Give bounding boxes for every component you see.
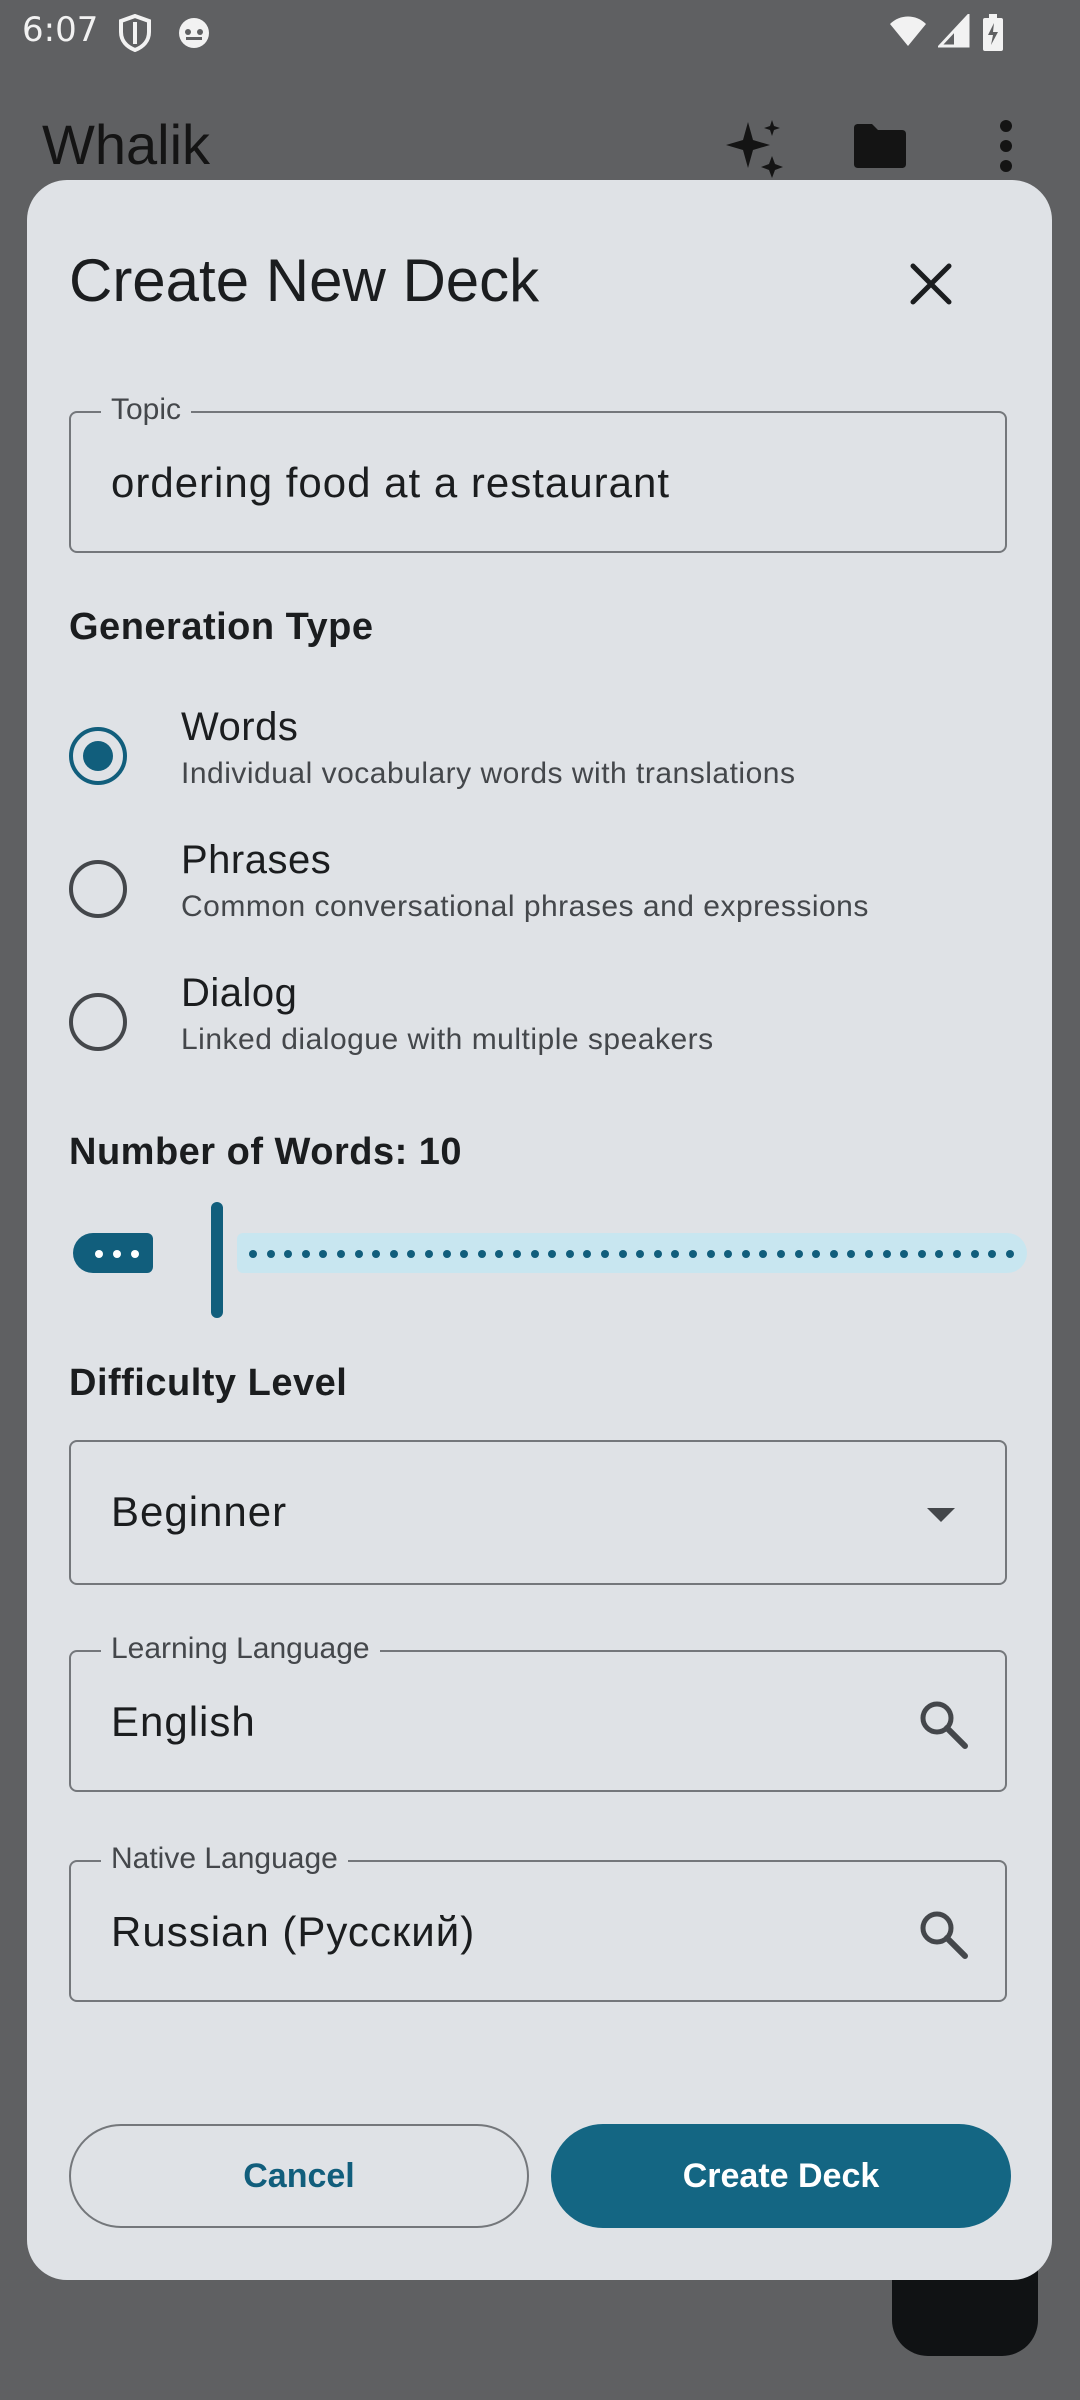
native-language-input[interactable]: Native Language Russian (Русский) — [69, 1842, 1007, 2002]
slider-tick — [759, 1250, 768, 1258]
slider-inactive-track[interactable] — [237, 1233, 1027, 1273]
slider-tick — [812, 1250, 821, 1258]
slider-tick — [113, 1250, 121, 1258]
slider-tick — [917, 1250, 926, 1258]
slider-tick — [988, 1250, 997, 1258]
slider-tick — [741, 1250, 750, 1258]
search-icon[interactable] — [917, 1698, 969, 1750]
slider-tick — [372, 1250, 381, 1258]
dropdown-arrow-icon[interactable] — [927, 1508, 955, 1522]
difficulty-value: Beginner — [111, 1488, 288, 1535]
slider-tick — [131, 1250, 139, 1258]
slider-tick — [425, 1250, 433, 1258]
slider-tick — [724, 1250, 733, 1258]
radio-option-dialog[interactable]: Dialog Linked dialogue with multiple spe… — [69, 971, 1009, 1091]
radio-button[interactable] — [69, 993, 127, 1051]
radio-button[interactable] — [69, 860, 127, 918]
option-subtitle: Individual vocabulary words with transla… — [181, 757, 796, 790]
option-subtitle: Common conversational phrases and expres… — [181, 890, 869, 923]
robot-face-icon — [179, 18, 209, 48]
option-subtitle: Linked dialogue with multiple speakers — [181, 1023, 714, 1056]
slider-tick — [565, 1250, 574, 1258]
slider-tick — [706, 1250, 715, 1258]
slider-tick — [95, 1250, 103, 1258]
slider-tick — [530, 1250, 539, 1258]
difficulty-heading: Difficulty Level — [69, 1362, 348, 1404]
slider-tick — [583, 1250, 592, 1258]
search-icon[interactable] — [917, 1908, 969, 1960]
create-deck-button[interactable]: Create Deck — [551, 2124, 1011, 2228]
cancel-button[interactable]: Cancel — [69, 2124, 529, 2228]
slider-tick — [900, 1250, 909, 1258]
slider-tick — [689, 1250, 697, 1258]
learning-language-value: English — [111, 1698, 256, 1745]
wifi-icon — [890, 16, 926, 46]
slider-tick — [953, 1250, 961, 1258]
slider-tick — [601, 1250, 609, 1258]
learning-language-label: Learning Language — [101, 1632, 380, 1666]
radio-option-words[interactable]: Words Individual vocabulary words with t… — [69, 705, 1009, 825]
slider-tick — [407, 1250, 416, 1258]
slider-tick — [882, 1250, 891, 1258]
slider-tick — [653, 1250, 662, 1258]
slider-tick — [794, 1250, 803, 1258]
slider-tick — [389, 1250, 398, 1258]
create-deck-dialog: Create New Deck Topic ordering food at a… — [27, 180, 1052, 2280]
slider-tick — [319, 1250, 328, 1258]
slider-tick — [284, 1250, 293, 1258]
status-bar: 6:07 — [0, 0, 1080, 62]
slider-tick — [865, 1250, 873, 1258]
sparkle-icon[interactable] — [722, 118, 786, 182]
slider-active-track[interactable] — [73, 1233, 153, 1273]
native-language-label: Native Language — [101, 1842, 348, 1876]
slider-tick — [266, 1250, 275, 1258]
battery-charging-icon — [983, 14, 1003, 51]
slider-tick — [636, 1250, 645, 1258]
dialog-title: Create New Deck — [69, 247, 540, 314]
signal-icon — [938, 14, 970, 48]
slider-tick — [477, 1250, 486, 1258]
learning-language-input[interactable]: Learning Language English — [69, 1632, 1007, 1792]
slider-tick — [829, 1250, 838, 1258]
generation-type-heading: Generation Type — [69, 606, 374, 648]
more-vert-icon[interactable] — [996, 118, 1016, 174]
slider-tick — [460, 1250, 469, 1258]
slider-tick — [970, 1250, 979, 1258]
radio-button-selected[interactable] — [69, 727, 127, 785]
option-title: Dialog — [181, 971, 298, 1015]
slider-tick — [777, 1250, 785, 1258]
app-title: Whalik — [42, 113, 211, 176]
status-time: 6:07 — [22, 10, 99, 50]
shield-icon — [119, 14, 151, 52]
radio-option-phrases[interactable]: Phrases Common conversational phrases an… — [69, 838, 1009, 958]
word-count-slider[interactable] — [69, 1190, 1027, 1318]
slider-tick — [337, 1250, 345, 1258]
topic-value: ordering food at a restaurant — [111, 459, 671, 506]
slider-thumb[interactable] — [211, 1202, 223, 1318]
slider-tick — [495, 1250, 504, 1258]
option-title: Phrases — [181, 838, 332, 882]
slider-tick — [301, 1250, 310, 1258]
difficulty-select[interactable]: Beginner — [69, 1440, 1007, 1585]
topic-input[interactable]: Topic ordering food at a restaurant — [69, 393, 1007, 553]
slider-tick — [442, 1250, 451, 1258]
word-count-heading: Number of Words: 10 — [69, 1131, 463, 1173]
slider-tick — [935, 1250, 944, 1258]
slider-tick — [548, 1250, 557, 1258]
slider-tick — [618, 1250, 627, 1258]
close-icon[interactable] — [903, 256, 959, 312]
slider-tick — [354, 1250, 363, 1258]
slider-tick — [249, 1250, 257, 1258]
slider-tick — [513, 1250, 521, 1258]
slider-tick — [671, 1250, 680, 1258]
option-title: Words — [181, 705, 299, 749]
native-language-value: Russian (Русский) — [111, 1908, 476, 1955]
folder-icon[interactable] — [852, 122, 908, 170]
slider-tick — [1005, 1250, 1014, 1258]
topic-label: Topic — [101, 393, 192, 427]
slider-tick — [847, 1250, 856, 1258]
